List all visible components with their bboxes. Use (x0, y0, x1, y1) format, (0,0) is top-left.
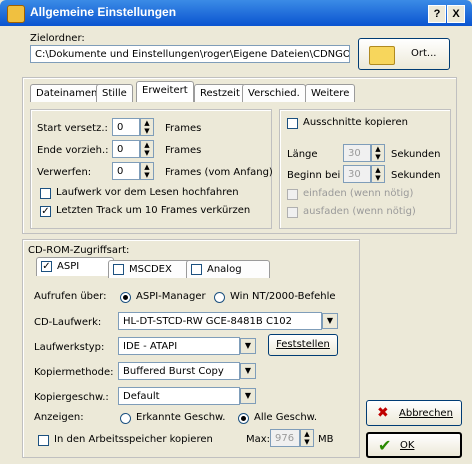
end-label: Ende vorzieh.: (37, 145, 109, 156)
spinup-checkbox[interactable] (40, 188, 51, 199)
cdrom-group-label: CD-ROM-Zugriffsart: (28, 245, 130, 256)
show-label: Anzeigen: (34, 412, 84, 423)
discard-spinner[interactable]: ▲ ▼ (140, 162, 154, 180)
copy-excerpts-checkbox[interactable] (287, 118, 298, 129)
drivetype-label: Laufwerkstyp: (34, 342, 105, 353)
tab-stille[interactable]: Stille (96, 84, 133, 102)
aspi-manager-label: ASPI-Manager (136, 291, 206, 302)
begin-field[interactable]: 30 (343, 165, 371, 183)
copymethod-select[interactable]: Buffered Burst Copy (118, 362, 240, 380)
window-title: Allgemeine Einstellungen (30, 5, 177, 19)
ok-check-icon: ✔ (378, 436, 392, 455)
discard-label: Verwerfen: (37, 167, 92, 178)
start-unit: Frames (165, 123, 202, 134)
browse-button[interactable]: Ort... (358, 38, 450, 70)
cancel-button[interactable]: ✖ Abbrechen (366, 400, 462, 426)
target-path-field[interactable]: C:\Dokumente und Einstellungen\roger\Eig… (30, 45, 350, 63)
call-label: Aufrufen über: (34, 291, 107, 302)
fadeout-label: ausfaden (wenn nötig) (303, 206, 416, 217)
start-field[interactable]: 0 (112, 118, 140, 136)
begin-label: Beginn bei (287, 170, 341, 181)
spinup-label: Laufwerk vor dem Lesen hochfahren (56, 187, 239, 198)
begin-spinner[interactable]: ▲ ▼ (371, 165, 385, 183)
length-unit: Sekunden (391, 149, 441, 160)
tab-verschied[interactable]: Verschied. (242, 84, 306, 102)
aspi-manager-radio[interactable] (120, 292, 131, 303)
copy-excerpts-label: Ausschnitte kopieren (303, 117, 408, 128)
memcopy-label: In den Arbeitsspeicher kopieren (54, 434, 213, 445)
close-button[interactable]: X (447, 5, 465, 23)
subtab-mscdex[interactable]: MSCDEX (108, 260, 194, 278)
lasttrack-label: Letzten Track um 10 Frames verkürzen (56, 205, 251, 216)
end-unit: Frames (165, 145, 202, 156)
memcopy-checkbox[interactable] (38, 435, 49, 446)
max-field[interactable]: 976 (270, 429, 300, 447)
end-field[interactable]: 0 (112, 140, 140, 158)
copyspeed-select[interactable]: Default (118, 387, 240, 405)
copyspeed-label: Kopiergeschw.: (34, 392, 109, 403)
winnt-radio[interactable] (214, 292, 225, 303)
ok-button[interactable]: ✔ OK (366, 432, 462, 458)
begin-unit: Sekunden (391, 170, 441, 181)
copymethod-label: Kopiermethode: (34, 367, 114, 378)
detected-speed-radio[interactable] (120, 413, 131, 424)
analog-checkbox[interactable] (191, 264, 202, 275)
tab-weitere[interactable]: Weitere (305, 84, 356, 102)
detected-speed-label: Erkannte Geschw. (136, 412, 226, 423)
winnt-label: Win NT/2000-Befehle (230, 291, 336, 302)
discard-field[interactable]: 0 (112, 162, 140, 180)
start-spinner[interactable]: ▲ ▼ (140, 118, 154, 136)
lasttrack-checkbox[interactable]: ✓ (40, 206, 51, 217)
length-field[interactable]: 30 (343, 144, 371, 162)
drive-select[interactable]: HL-DT-STCD-RW GCE-8481B C102 (118, 312, 322, 330)
drive-dropdown-arrow[interactable]: ▼ (322, 313, 338, 329)
max-spinner[interactable]: ▲ ▼ (300, 429, 314, 447)
subtab-analog[interactable]: Analog (186, 260, 270, 278)
start-label: Start versetz.: (37, 123, 108, 134)
drivetype-dropdown-arrow[interactable]: ▼ (240, 338, 256, 354)
all-speeds-label: Alle Geschw. (254, 412, 318, 423)
aspi-checkbox[interactable]: ✓ (41, 261, 52, 272)
tab-dateinamen[interactable]: Dateinamen (30, 84, 104, 102)
all-speeds-radio[interactable] (238, 413, 249, 424)
cancel-x-icon: ✖ (377, 405, 389, 421)
copymethod-dropdown-arrow[interactable]: ▼ (240, 363, 256, 379)
browse-label: Ort... (411, 48, 437, 59)
discard-unit: Frames (vom Anfang) (165, 167, 273, 178)
max-unit: MB (318, 434, 334, 445)
drive-label: CD-Laufwerk: (34, 317, 102, 328)
length-spinner[interactable]: ▲ ▼ (371, 144, 385, 162)
tab-restzeit[interactable]: Restzeit (194, 84, 246, 102)
target-label: Zielordner: (30, 33, 85, 44)
fadein-checkbox[interactable] (287, 189, 298, 200)
fadein-label: einfaden (wenn nötig) (303, 188, 414, 199)
end-spinner[interactable]: ▲ ▼ (140, 140, 154, 158)
subtab-aspi[interactable]: ✓ ASPI (36, 257, 114, 276)
app-icon (7, 5, 25, 23)
length-label: Länge (287, 149, 318, 160)
tab-erweitert[interactable]: Erweitert (136, 81, 194, 102)
copyspeed-dropdown-arrow[interactable]: ▼ (240, 388, 256, 404)
detect-button[interactable]: Feststellen (268, 334, 338, 356)
fadeout-checkbox[interactable] (287, 207, 298, 218)
folder-icon (369, 46, 395, 65)
help-button[interactable]: ? (428, 5, 446, 23)
max-label: Max: (246, 434, 271, 445)
drivetype-select[interactable]: IDE - ATAPI (118, 337, 240, 355)
mscdex-checkbox[interactable] (113, 264, 124, 275)
